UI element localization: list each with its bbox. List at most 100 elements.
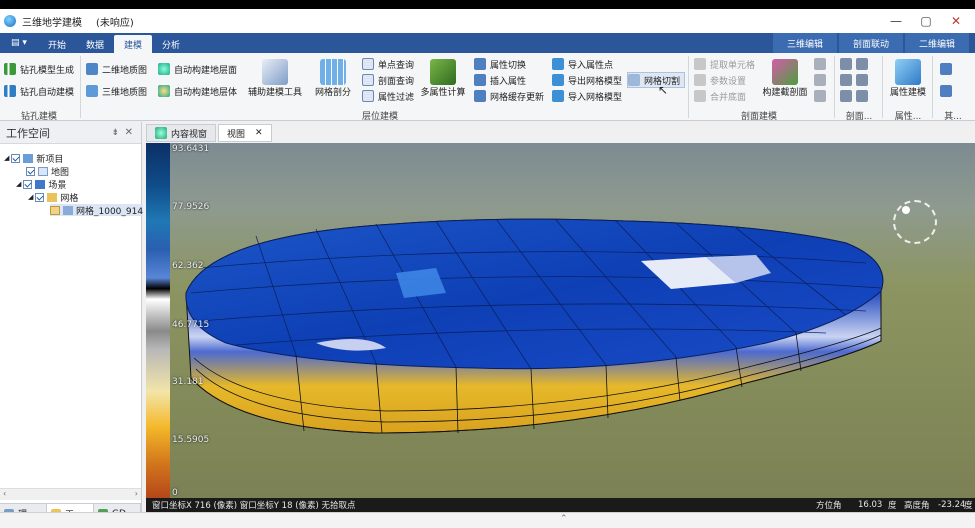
minimize-icon[interactable]: — bbox=[881, 9, 911, 33]
compass-north-marker bbox=[902, 206, 910, 214]
section-tool-2-icon[interactable] bbox=[814, 72, 830, 88]
other-tool-1-icon[interactable] bbox=[940, 61, 956, 77]
workspace-title: 工作空间 bbox=[6, 126, 50, 140]
elevation-value: -23.24 bbox=[938, 500, 966, 510]
import-attr-points-button[interactable]: 导入属性点 bbox=[552, 56, 613, 72]
attr-switch-icon bbox=[474, 58, 486, 70]
legend-value: 31.181 bbox=[172, 377, 204, 387]
legend-value: 77.9526 bbox=[172, 202, 210, 212]
collapse-arrow-icon[interactable]: ◢ bbox=[28, 193, 33, 201]
import-mesh-model-button[interactable]: 导入网格模型 bbox=[552, 88, 622, 104]
checkbox[interactable] bbox=[35, 192, 45, 202]
legend-value: 46.7715 bbox=[172, 320, 210, 330]
tab-modeling[interactable]: 建模 bbox=[114, 35, 153, 53]
merge-bottom-button[interactable]: 合并底面 bbox=[694, 88, 746, 104]
tab-section-link[interactable]: 剖面联动 bbox=[838, 33, 903, 53]
drill-model-generate-button[interactable]: 钻孔模型生成 bbox=[4, 61, 74, 77]
build-cut-section-button[interactable]: 构建截剖面 bbox=[760, 57, 810, 99]
group-label-attr: 属性... bbox=[894, 112, 922, 122]
azimuth-unit: 度 bbox=[888, 501, 897, 511]
single-point-query-button[interactable]: 单点查询 bbox=[362, 56, 414, 72]
quick-access-layout-icon[interactable]: ▤ ▾ bbox=[0, 33, 38, 53]
title-bar: 三维地学建模 (未响应) — ▢ ✕ bbox=[0, 9, 975, 33]
export-mesh-model-button[interactable]: 导出网格模型 bbox=[552, 72, 622, 88]
window-status: (未响应) bbox=[96, 17, 134, 29]
pin-icon[interactable]: ⇟ bbox=[111, 128, 119, 138]
collapse-arrow-icon[interactable]: ◢ bbox=[4, 154, 9, 162]
3d-viewport[interactable]: 93.6431 77.9526 62.362 46.7715 31.181 15… bbox=[146, 143, 975, 498]
project-icon bbox=[23, 153, 34, 163]
layer-icon bbox=[50, 205, 60, 215]
other-tool-2-icon[interactable] bbox=[940, 83, 956, 99]
profile-tool-3-icon[interactable] bbox=[840, 88, 872, 104]
close-icon[interactable]: ✕ bbox=[941, 9, 971, 33]
scroll-left-icon[interactable]: ‹ bbox=[3, 489, 6, 498]
mesh-cut-button[interactable]: 网格切割 bbox=[627, 72, 686, 88]
tab-content-view[interactable]: 内容视窗 bbox=[146, 124, 217, 142]
profile-tool-2-icon[interactable] bbox=[840, 72, 872, 88]
ribbon-separator bbox=[688, 56, 689, 118]
horizontal-scrollbar[interactable]: ‹ › bbox=[0, 488, 141, 500]
tree-item-map[interactable]: 地图 bbox=[26, 165, 69, 178]
tab-data[interactable]: 数据 bbox=[76, 35, 114, 53]
mesh-grid-icon bbox=[320, 59, 346, 85]
multi-attribute-calc-button[interactable]: 多属性计算 bbox=[418, 57, 468, 99]
color-legend-bar bbox=[146, 143, 170, 498]
checkbox[interactable] bbox=[23, 179, 33, 189]
section-tool-3-icon[interactable] bbox=[814, 88, 830, 104]
collapse-arrow-icon[interactable]: ◢ bbox=[16, 180, 21, 188]
tree-item-project[interactable]: ◢ 新项目 bbox=[4, 152, 63, 165]
insert-attribute-button[interactable]: 插入属性 bbox=[474, 72, 526, 88]
extract-cell-button[interactable]: 提取单元格 bbox=[694, 56, 755, 72]
drill-icon bbox=[4, 63, 16, 75]
auto-build-layer-surface-button[interactable]: 自动构建地层面 bbox=[158, 61, 237, 77]
azimuth-label: 方位角 bbox=[816, 501, 842, 511]
auto-build-layer-body-button[interactable]: 自动构建地层体 bbox=[158, 83, 237, 99]
aux-modeling-tools-button[interactable]: 辅助建模工具 bbox=[246, 57, 304, 99]
profile-tool-1-icon[interactable] bbox=[840, 56, 872, 72]
2d-geomap-button[interactable]: 二维地质图 bbox=[86, 61, 147, 77]
mesh-cache-update-button[interactable]: 网格缓存更新 bbox=[474, 88, 544, 104]
section-query-button[interactable]: 剖面查询 bbox=[362, 72, 414, 88]
point-query-icon bbox=[362, 58, 374, 70]
scroll-up-icon[interactable]: ⌃ bbox=[560, 514, 568, 524]
content-view-icon bbox=[155, 127, 167, 139]
group-label-profile: 剖面... bbox=[845, 112, 873, 122]
tab-view[interactable]: 视图 ✕ bbox=[218, 124, 272, 142]
geological-model bbox=[185, 218, 884, 434]
layer-body-icon bbox=[158, 85, 170, 97]
window-coords: 窗口坐标X 716 (像素) 窗口坐标Y 18 (像素) 无拾取点 bbox=[152, 501, 356, 511]
tree-item-grid[interactable]: ◢ 网格 bbox=[28, 191, 78, 204]
attribute-switch-button[interactable]: 属性切换 bbox=[474, 56, 526, 72]
param-settings-button[interactable]: 参数设置 bbox=[694, 72, 746, 88]
grid-folder-icon bbox=[47, 192, 58, 202]
section-tool-1-icon[interactable] bbox=[814, 56, 830, 72]
tab-2d-edit[interactable]: 二维编辑 bbox=[904, 33, 969, 53]
ribbon-separator bbox=[882, 56, 883, 118]
ribbon: 钻孔模型生成 钻孔自动建模 钻孔建模 二维地质图 三维地质图 自动构建地层面 自… bbox=[0, 53, 975, 122]
checkbox[interactable] bbox=[11, 153, 21, 163]
mesh-cut-icon bbox=[628, 74, 640, 86]
tree-item-grid-layer[interactable]: 网格_1000_914 bbox=[50, 204, 144, 217]
export-mesh-icon bbox=[552, 74, 564, 86]
navigation-compass-icon[interactable] bbox=[893, 200, 937, 244]
3d-geomap-button[interactable]: 三维地质图 bbox=[86, 83, 147, 99]
tab-3d-edit[interactable]: 三维编辑 bbox=[772, 33, 837, 53]
mesh-partition-button[interactable]: 网格剖分 bbox=[310, 57, 356, 99]
menu-bar: ▤ ▾ 开始 数据 建模 分析 三维编辑 剖面联动 二维编辑 bbox=[0, 33, 975, 53]
panel-close-icon[interactable]: ✕ bbox=[125, 127, 133, 138]
checkbox[interactable] bbox=[26, 166, 35, 176]
top-black-band bbox=[0, 0, 975, 9]
legend-value: 15.5905 bbox=[172, 435, 210, 445]
attribute-filter-button[interactable]: 属性过滤 bbox=[362, 88, 414, 104]
ribbon-separator bbox=[80, 56, 81, 118]
group-label-layer: 层位建模 bbox=[361, 112, 398, 122]
tab-start[interactable]: 开始 bbox=[38, 35, 76, 53]
tab-analysis[interactable]: 分析 bbox=[152, 35, 190, 53]
drill-auto-build-button[interactable]: 钻孔自动建模 bbox=[4, 83, 74, 99]
tree-item-scene[interactable]: ◢ 场景 bbox=[16, 178, 66, 191]
scroll-right-icon[interactable]: › bbox=[135, 489, 138, 498]
attribute-modeling-button[interactable]: 属性建模 bbox=[886, 57, 930, 99]
maximize-icon[interactable]: ▢ bbox=[911, 9, 941, 33]
view-tab-close-icon[interactable]: ✕ bbox=[255, 128, 263, 138]
